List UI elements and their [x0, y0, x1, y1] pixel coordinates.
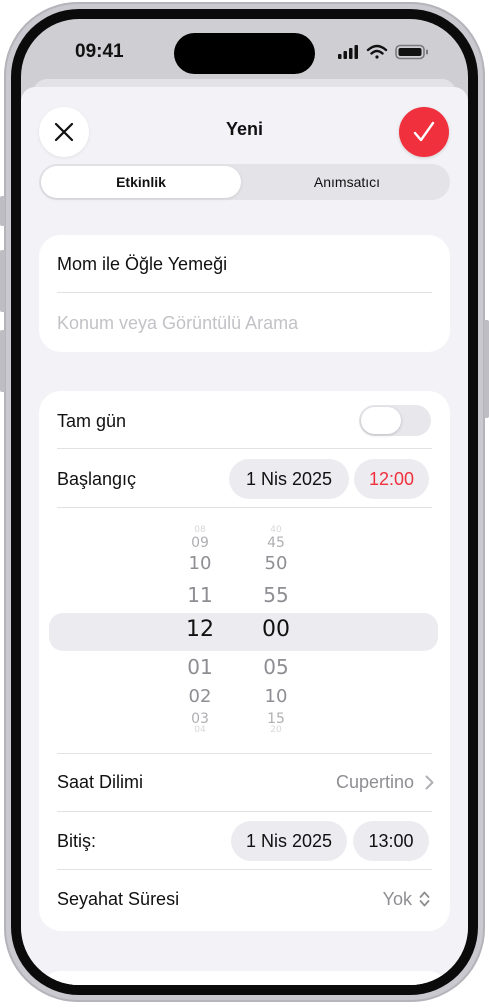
- hour-option[interactable]: 01: [175, 655, 225, 679]
- end-label: Bitiş:: [57, 831, 97, 851]
- minute-option[interactable]: 40: [251, 525, 301, 535]
- minute-option[interactable]: 45: [251, 535, 301, 551]
- volume-down-button: [0, 330, 5, 392]
- time-zone-value: Cupertino: [335, 772, 414, 792]
- start-label: Başlangıç: [57, 469, 137, 489]
- time-zone-label: Saat Dilimi: [57, 772, 144, 792]
- start-date-button[interactable]: 1 Nis 2025: [229, 459, 349, 499]
- chevron-up-down-icon: [419, 891, 430, 907]
- selected-hour[interactable]: 12: [175, 617, 225, 642]
- start-time-button[interactable]: 12:00: [354, 459, 429, 499]
- minute-option[interactable]: 05: [251, 655, 301, 679]
- dynamic-island: [174, 33, 315, 74]
- hour-option[interactable]: 10: [175, 553, 225, 574]
- checkmark-icon: [413, 121, 435, 142]
- volume-up-button: [0, 250, 5, 312]
- segment-event[interactable]: Etkinlik: [41, 166, 241, 198]
- divider: [57, 811, 432, 812]
- end-date-button[interactable]: 1 Nis 2025: [231, 821, 347, 861]
- cellular-signal-icon: [338, 45, 358, 59]
- action-button: [0, 196, 5, 226]
- travel-time-row[interactable]: Yok: [339, 881, 432, 917]
- all-day-label: Tam gün: [57, 411, 127, 431]
- chevron-right-icon: [425, 775, 434, 790]
- end-time-button[interactable]: 13:00: [353, 821, 429, 861]
- date-time-card: Tam gün Başlangıç 1 Nis 2025 12:00 08 09…: [39, 391, 450, 931]
- event-type-segmented-control: Etkinlik Anımsatıcı: [39, 164, 450, 200]
- divider: [57, 869, 432, 870]
- minute-option[interactable]: 55: [251, 583, 301, 607]
- side-button: [484, 320, 489, 418]
- status-icons: [338, 44, 428, 60]
- all-day-toggle[interactable]: [359, 405, 431, 436]
- details-card: Mom ile Öğle Yemeği Konum veya Görüntülü…: [39, 235, 450, 352]
- minute-option[interactable]: 20: [251, 725, 301, 735]
- toggle-knob: [361, 407, 401, 434]
- divider: [57, 292, 432, 293]
- done-button[interactable]: [399, 107, 449, 157]
- screen: 09:41 Yeni Etkinlik Anımsatıcı Mom ile Ö…: [21, 19, 468, 985]
- minute-option[interactable]: 50: [251, 553, 301, 574]
- segment-reminder[interactable]: Anımsatıcı: [247, 166, 447, 198]
- next-card: [39, 971, 450, 985]
- picker-selection-band: [49, 613, 438, 651]
- travel-time-value: Yok: [382, 889, 412, 909]
- hour-option[interactable]: 04: [175, 725, 225, 735]
- new-event-sheet: Yeni Etkinlik Anımsatıcı Mom ile Öğle Ye…: [21, 87, 468, 985]
- selected-minute[interactable]: 00: [251, 617, 301, 642]
- hour-option[interactable]: 02: [175, 686, 225, 707]
- location-field[interactable]: Konum veya Görüntülü Arama: [57, 313, 298, 334]
- hour-option[interactable]: 09: [175, 535, 225, 551]
- divider: [57, 753, 432, 754]
- title-field[interactable]: Mom ile Öğle Yemeği: [57, 254, 227, 275]
- wifi-icon: [366, 44, 388, 59]
- hour-option[interactable]: 11: [175, 583, 225, 607]
- hour-option[interactable]: 08: [175, 525, 225, 535]
- minute-option[interactable]: 10: [251, 686, 301, 707]
- travel-time-label: Seyahat Süresi: [57, 889, 180, 909]
- divider: [57, 507, 432, 508]
- divider: [57, 448, 432, 449]
- status-time: 09:41: [75, 41, 124, 62]
- time-zone-row[interactable]: Cupertino: [289, 764, 434, 800]
- battery-icon: [395, 44, 428, 60]
